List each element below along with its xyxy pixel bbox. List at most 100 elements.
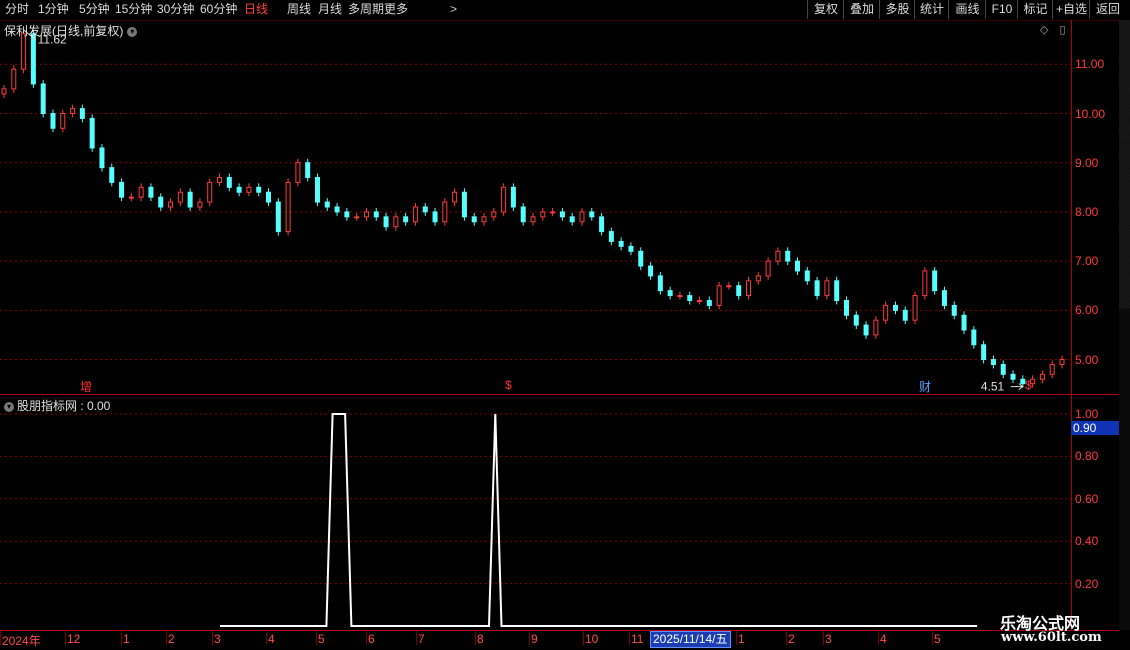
candle-body (785, 250, 791, 262)
indicator-label: 0.40 (1075, 534, 1099, 549)
candle-body (922, 270, 928, 297)
candle-body (912, 295, 918, 321)
time-tick (166, 631, 167, 645)
candle-body (452, 191, 458, 203)
event-marker[interactable]: $ (505, 378, 512, 392)
candle-body (726, 285, 732, 288)
toolbar-button-3[interactable]: 统计 (914, 0, 949, 19)
toolbar-button-2[interactable]: 多股 (879, 0, 915, 19)
timeframe-10[interactable]: 更多 (384, 1, 408, 18)
price-chart[interactable]: 11.624.51 (0, 20, 1071, 394)
price-label: 7.00 (1075, 254, 1099, 269)
time-label: 2 (168, 632, 175, 646)
candle-body (275, 201, 281, 233)
candle-body (775, 250, 781, 262)
time-tick (212, 631, 213, 645)
candle-body (824, 280, 830, 297)
candle-body (530, 216, 536, 223)
timeframe-5[interactable]: 60分钟 (200, 1, 237, 18)
event-marker[interactable]: $ (1025, 378, 1032, 392)
candle-body (902, 309, 908, 321)
indicator-title[interactable]: ▾ 股朋指标网 : 0.00 (4, 397, 110, 414)
candle-body (589, 211, 595, 218)
time-tick (629, 631, 630, 645)
low-label: 4.51 (981, 380, 1005, 394)
timeframe-1[interactable]: 1分钟 (38, 1, 69, 18)
timeframe-8[interactable]: 月线 (318, 1, 342, 18)
timeframe-2[interactable]: 5分钟 (79, 1, 110, 18)
timeframe-9[interactable]: 多周期 (348, 1, 384, 18)
candle-body (638, 250, 644, 267)
candle-body (432, 211, 438, 223)
timeframe-0[interactable]: 分时 (5, 1, 29, 18)
indicator-label: 0.60 (1075, 491, 1099, 506)
time-label: 2 (788, 632, 795, 646)
candle-body (461, 191, 467, 218)
candle-body (285, 181, 291, 233)
chevron-right-icon[interactable]: > (450, 1, 457, 18)
candle-body (795, 260, 800, 272)
time-tick (0, 631, 1, 645)
diamond-icon[interactable]: ◇ (1040, 24, 1048, 36)
toolbar-button-5[interactable]: F10 (985, 0, 1018, 19)
chevron-down-icon[interactable]: ▾ (4, 401, 14, 412)
candle-body (648, 265, 654, 277)
candle-body (363, 211, 369, 218)
main-chart-title[interactable]: 保利发展(日线,前复权) ▾ (4, 22, 138, 39)
candle-body (109, 167, 115, 183)
watermark-url: www.60lt.com (1001, 630, 1102, 645)
toolbar-button-1[interactable]: 叠加 (843, 0, 880, 19)
candle-body (491, 211, 497, 218)
candle-body (158, 196, 164, 208)
candle-body (559, 211, 565, 218)
time-tick (932, 631, 933, 645)
time-label: 2024年 (2, 634, 41, 648)
candle-body (677, 295, 683, 298)
candle-body (814, 280, 820, 297)
chevron-down-icon[interactable]: ▾ (127, 26, 138, 37)
window-controls[interactable]: ◇ ▯ (1040, 23, 1066, 36)
time-tick (366, 631, 367, 645)
candle-body (540, 211, 546, 218)
toolbar-button-6[interactable]: 标记 (1017, 0, 1053, 19)
candle-body (177, 191, 183, 203)
time-tick (583, 631, 584, 645)
candle-body (961, 314, 967, 331)
time-tick (266, 631, 267, 645)
candle-body (579, 211, 585, 223)
timeframe-4[interactable]: 30分钟 (157, 1, 194, 18)
candle-body (883, 304, 889, 321)
event-marker[interactable]: 增 (80, 378, 92, 395)
toolbar-button-8[interactable]: 返回 (1089, 0, 1126, 19)
timeframe-7[interactable]: 周线 (287, 1, 311, 18)
candle-body (873, 319, 879, 336)
timeframe-6[interactable]: 日线 (244, 1, 268, 18)
candle-body (187, 191, 193, 208)
time-label: 4 (880, 632, 887, 646)
time-tick (878, 631, 879, 645)
candle-body (501, 186, 507, 213)
candle-body (403, 216, 409, 223)
candle-body (618, 240, 624, 247)
time-label: 10 (585, 632, 599, 646)
candle-body (843, 300, 849, 316)
panel-toggle-icon[interactable]: ▯ (1060, 24, 1066, 36)
timeframe-3[interactable]: 15分钟 (115, 1, 152, 18)
candle-body (30, 33, 36, 85)
event-marker[interactable]: 财 (919, 378, 931, 395)
toolbar-button-0[interactable]: 复权 (807, 0, 844, 19)
indicator-label: 0.20 (1075, 576, 1099, 591)
candle-body (892, 304, 898, 311)
candle-body (863, 324, 869, 336)
candle-body (599, 216, 605, 233)
indicator-chart[interactable] (0, 395, 1071, 631)
candle-body (716, 285, 722, 306)
toolbar-button-7[interactable]: +自选 (1052, 0, 1090, 19)
time-label: 4 (268, 632, 275, 646)
candle-body (89, 117, 95, 149)
toolbar-button-4[interactable]: 画线 (948, 0, 986, 19)
candle-body (1059, 359, 1065, 365)
side-panel-strip[interactable]: ▒▒▒▒▒▒▒▒▒▒▒▒▒▒▒▒▒▒▒▒▒▒▒▒▒▒▒▒▒▒▒▒▒▒▒▒▒ (1119, 20, 1130, 630)
low-pointer (1010, 383, 1024, 391)
time-tick (121, 631, 122, 645)
